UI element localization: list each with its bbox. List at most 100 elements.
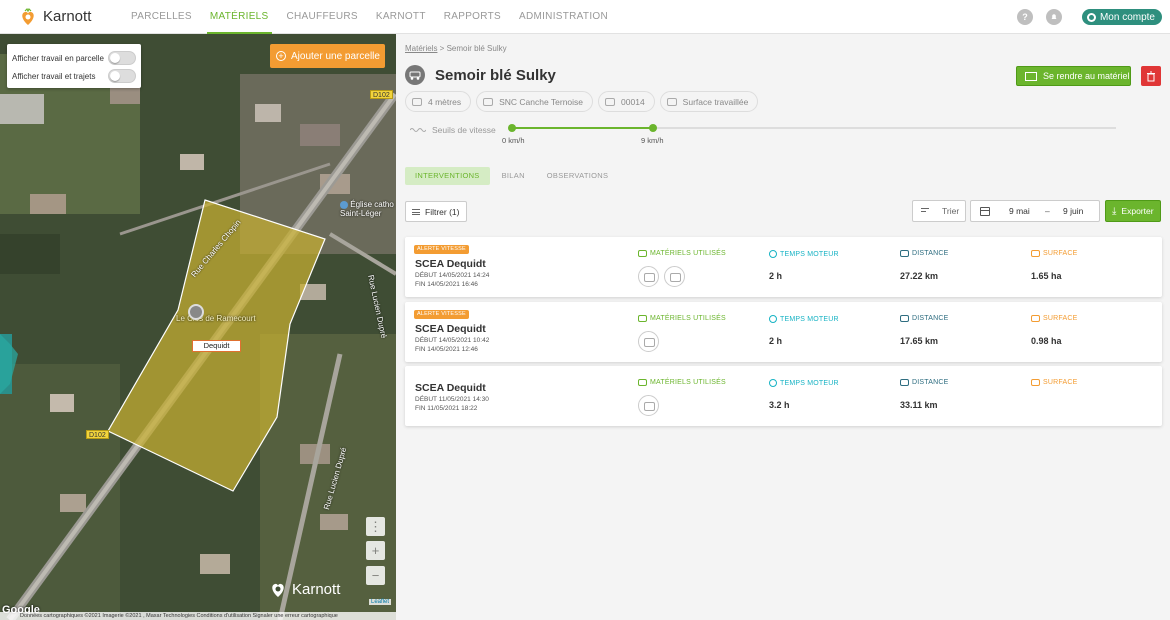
sort-icon bbox=[921, 208, 929, 214]
col-head-distance-text: DISTANCE bbox=[912, 250, 949, 257]
user-icon bbox=[1086, 12, 1096, 22]
chip-device-id-text: 00014 bbox=[621, 96, 645, 107]
material-seeder-icon[interactable] bbox=[638, 266, 659, 287]
top-right-actions: ? Mon compte bbox=[1016, 0, 1170, 34]
go-to-machine-button[interactable]: Se rendre au matériel bbox=[1016, 66, 1131, 86]
intervention-start: DÉBUT 14/05/2021 14:24 bbox=[415, 272, 490, 279]
intervention-end: FIN 14/05/2021 16:46 bbox=[415, 281, 478, 288]
clock-icon bbox=[769, 379, 777, 387]
export-label: Exporter bbox=[1121, 206, 1154, 216]
account-button[interactable]: Mon compte bbox=[1081, 9, 1162, 25]
help-icon[interactable]: ? bbox=[1016, 9, 1033, 25]
map-toggles-panel: Afficher travail en parcelle Afficher tr… bbox=[7, 44, 141, 88]
karnott-watermark-text: Karnott bbox=[292, 580, 341, 598]
col-head-materials: MATÉRIELS UTILISÉS bbox=[638, 315, 726, 322]
toggle-parcel-switch[interactable] bbox=[108, 51, 136, 65]
export-button[interactable]: ⤓ Exporter bbox=[1105, 200, 1161, 222]
breadcrumb-link-materiels[interactable]: Matériels bbox=[405, 44, 437, 53]
surface-grid-icon bbox=[1031, 379, 1040, 386]
speed-min-handle[interactable] bbox=[508, 124, 516, 132]
top-navigation-bar: Karnott PARCELLES MATÉRIELS CHAUFFEURS K… bbox=[0, 0, 1170, 34]
plus-circle-icon: + bbox=[276, 51, 286, 61]
go-to-machine-label: Se rendre au matériel bbox=[1043, 71, 1130, 81]
brand-name: Karnott bbox=[43, 8, 92, 25]
toggle-row-parcel: Afficher travail en parcelle bbox=[12, 49, 136, 67]
leaflet-link[interactable]: Leaflet bbox=[369, 599, 392, 605]
col-head-materials-text: MATÉRIELS UTILISÉS bbox=[650, 250, 726, 257]
map-icon bbox=[1025, 71, 1037, 81]
filter-button[interactable]: Filtrer (1) bbox=[405, 201, 467, 222]
speed-threshold-label: Seuils de vitesse bbox=[410, 125, 496, 135]
delete-button[interactable] bbox=[1141, 66, 1161, 86]
intervention-card[interactable]: ALERTE VITESSE SCEA Dequidt DÉBUT 14/05/… bbox=[405, 302, 1162, 362]
col-head-engine: TEMPS MOTEUR bbox=[769, 379, 839, 387]
col-head-distance-text: DISTANCE bbox=[912, 379, 949, 386]
sort-label: Trier bbox=[942, 206, 960, 216]
filter-icon bbox=[412, 208, 420, 215]
brand[interactable]: Karnott bbox=[18, 7, 122, 27]
distance-value: 33.11 km bbox=[900, 400, 938, 410]
surface-icon bbox=[666, 97, 677, 106]
nav-item-karnott[interactable]: KARNOTT bbox=[367, 0, 435, 34]
breadcrumb-current: > Semoir blé Sulky bbox=[437, 44, 507, 53]
nav-item-rapports[interactable]: RAPPORTS bbox=[435, 0, 510, 34]
tab-interventions[interactable]: INTERVENTIONS bbox=[405, 167, 490, 185]
speed-max-handle[interactable] bbox=[649, 124, 657, 132]
calendar-icon bbox=[980, 207, 990, 216]
satellite-map[interactable]: Afficher travail en parcelle Afficher tr… bbox=[0, 34, 396, 620]
date-from[interactable]: 9 mai bbox=[1009, 206, 1030, 216]
chip-surface-mode: Surface travaillée bbox=[659, 91, 759, 112]
map-attribution: Données cartographiques ©2021 Imagerie ©… bbox=[0, 612, 396, 620]
speed-threshold-slider[interactable] bbox=[508, 124, 1116, 132]
toggle-row-trips: Afficher travail et trajets bbox=[12, 67, 136, 85]
church-icon bbox=[340, 200, 348, 209]
karnott-watermark: Karnott bbox=[268, 579, 340, 599]
intervention-end: FIN 14/05/2021 12:46 bbox=[415, 346, 478, 353]
bell-icon[interactable] bbox=[1045, 9, 1062, 25]
title-row: Semoir blé Sulky bbox=[405, 65, 556, 85]
surface-value: 1.65 ha bbox=[1031, 271, 1062, 281]
nav-item-materiels[interactable]: MATÉRIELS bbox=[201, 0, 278, 34]
distance-value: 17.65 km bbox=[900, 336, 939, 346]
speed-alert-badge: ALERTE VITESSE bbox=[414, 310, 469, 319]
nav-item-administration[interactable]: ADMINISTRATION bbox=[510, 0, 617, 34]
surface-grid-icon bbox=[1031, 250, 1040, 257]
nav-item-parcelles[interactable]: PARCELLES bbox=[122, 0, 201, 34]
speed-wave-icon bbox=[410, 128, 426, 132]
chip-width-text: 4 mètres bbox=[428, 96, 462, 107]
material-seeder-icon[interactable] bbox=[638, 331, 659, 352]
zoom-out-button[interactable]: − bbox=[366, 566, 385, 585]
material-tractor-icon[interactable] bbox=[638, 395, 659, 416]
nav-item-chauffeurs[interactable]: CHAUFFEURS bbox=[278, 0, 367, 34]
tab-observations[interactable]: OBSERVATIONS bbox=[537, 167, 619, 185]
tab-bilan[interactable]: BILAN bbox=[492, 167, 535, 185]
chip-surface-mode-text: Surface travaillée bbox=[682, 96, 749, 107]
sort-button[interactable]: Trier bbox=[912, 200, 966, 222]
intervention-card[interactable]: ALERTE VITESSE SCEA Dequidt DÉBUT 14/05/… bbox=[405, 237, 1162, 297]
main-nav: PARCELLES MATÉRIELS CHAUFFEURS KARNOTT R… bbox=[122, 0, 617, 34]
parcel-label[interactable]: Dequidt bbox=[192, 340, 241, 352]
clock-icon bbox=[769, 315, 777, 323]
add-parcel-button[interactable]: + Ajouter une parcelle bbox=[270, 44, 385, 68]
intervention-client: SCEA Dequidt bbox=[415, 258, 486, 270]
engine-time-value: 2 h bbox=[769, 271, 783, 281]
map-more-button[interactable]: ⋮ bbox=[366, 517, 385, 536]
materials-icon bbox=[638, 315, 647, 322]
intervention-client: SCEA Dequidt bbox=[415, 323, 486, 335]
machine-marker-icon[interactable] bbox=[188, 304, 204, 320]
intervention-end: FIN 11/05/2021 18:22 bbox=[415, 405, 478, 412]
toggle-trips-switch[interactable] bbox=[108, 69, 136, 83]
col-head-surface-text: SURFACE bbox=[1043, 315, 1078, 322]
date-to[interactable]: 9 juin bbox=[1063, 206, 1083, 216]
toggle-trips-label: Afficher travail et trajets bbox=[12, 71, 96, 81]
chip-company: SNC Canche Ternoise bbox=[476, 91, 594, 112]
machine-info-chips: 4 mètres SNC Canche Ternoise 00014 Surfa… bbox=[405, 91, 763, 112]
date-range-picker[interactable]: 9 mai – 9 juin bbox=[970, 200, 1100, 222]
intervention-card[interactable]: SCEA Dequidt DÉBUT 11/05/2021 14:30 FIN … bbox=[405, 366, 1162, 426]
zoom-in-button[interactable]: + bbox=[366, 541, 385, 560]
col-head-distance: DISTANCE bbox=[900, 250, 948, 257]
materials-icon bbox=[638, 379, 647, 386]
intervention-client: SCEA Dequidt bbox=[415, 382, 486, 394]
material-tractor-icon[interactable] bbox=[664, 266, 685, 287]
col-head-materials: MATÉRIELS UTILISÉS bbox=[638, 250, 726, 257]
